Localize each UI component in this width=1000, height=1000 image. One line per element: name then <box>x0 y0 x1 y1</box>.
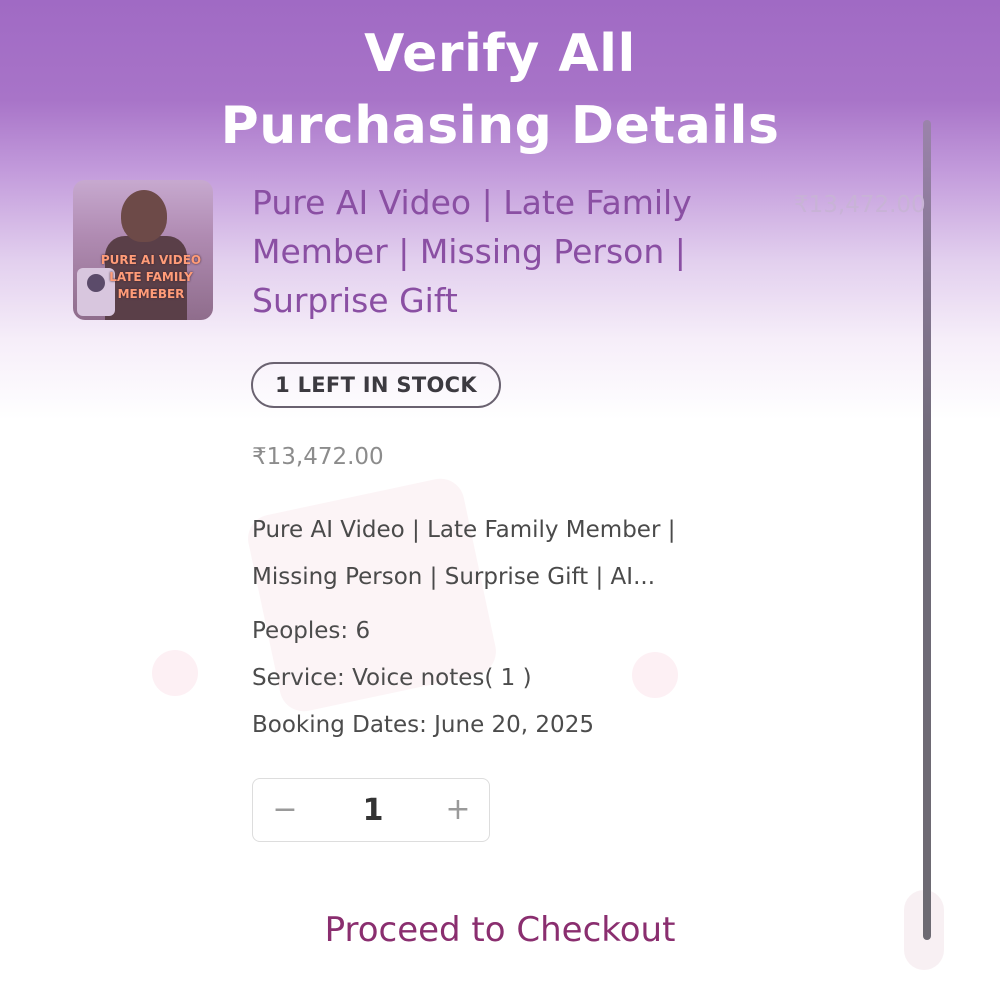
scrollbar[interactable] <box>923 120 931 940</box>
product-description: Pure AI Video | Late Family Member | Mis… <box>252 507 712 601</box>
description-line: Pure AI Video | Late Family Member | <box>252 517 676 543</box>
unit-price: ₹13,472.00 <box>252 444 384 470</box>
page-headline: Verify All Purchasing Details <box>0 18 1000 162</box>
product-title-line: Surprise Gift <box>252 281 458 320</box>
headline-line-1: Verify All <box>364 24 636 84</box>
line-total-price: ₹13,472.00 <box>794 192 926 218</box>
product-title-line: Member | Missing Person | <box>252 232 686 271</box>
thumbnail-caption: PURE AI VIDEO LATE FAMILY MEMEBER <box>91 252 211 303</box>
proceed-to-checkout-button[interactable]: Proceed to Checkout <box>0 910 1000 950</box>
product-title[interactable]: Pure AI Video | Late Family Member | Mis… <box>252 178 722 325</box>
increase-quantity-button[interactable]: + <box>438 791 478 831</box>
peoples-detail: Peoples: 6 <box>252 618 371 644</box>
decrease-quantity-button[interactable]: − <box>265 791 305 831</box>
product-title-line: Pure AI Video | Late Family <box>252 183 692 222</box>
thumbnail-face <box>121 190 167 242</box>
description-line: Missing Person | Surprise Gift | AI... <box>252 564 656 590</box>
headline-line-2: Purchasing Details <box>220 96 780 156</box>
quantity-value[interactable]: 1 <box>348 789 398 833</box>
page-background: Verify All Purchasing Details PURE AI VI… <box>0 0 1000 1000</box>
booking-dates-detail: Booking Dates: June 20, 2025 <box>252 712 594 738</box>
thumbnail-caption-line: MEMEBER <box>117 287 185 301</box>
product-thumbnail[interactable]: PURE AI VIDEO LATE FAMILY MEMEBER <box>73 180 213 320</box>
thumbnail-caption-line: LATE FAMILY <box>109 270 193 284</box>
quantity-stepper: − 1 + <box>252 778 490 842</box>
thumbnail-caption-line: PURE AI VIDEO <box>100 253 202 267</box>
stock-badge: 1 LEFT IN STOCK <box>251 362 501 408</box>
background-decoration <box>152 650 198 696</box>
background-decoration <box>632 652 678 698</box>
service-detail: Service: Voice notes( 1 ) <box>252 665 532 691</box>
